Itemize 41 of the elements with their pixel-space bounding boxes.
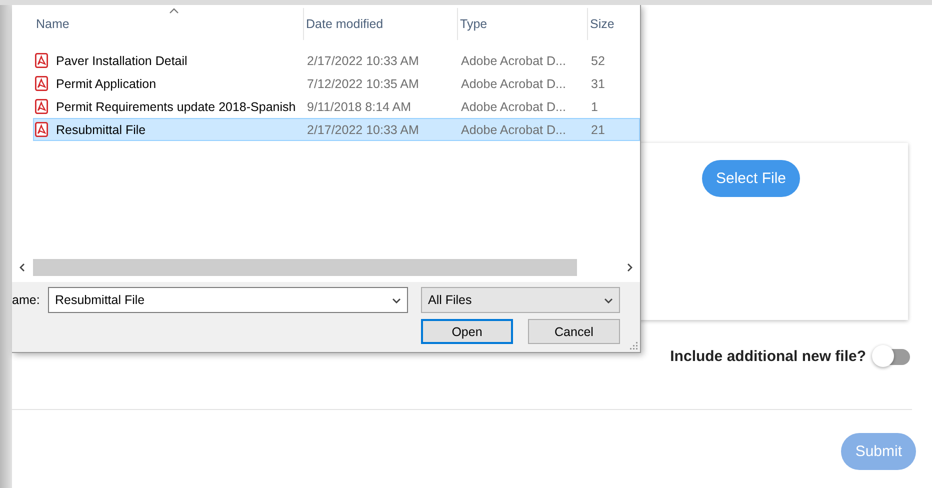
column-header[interactable]: Name [34,8,304,40]
file-date: 9/11/2018 8:14 AM [306,100,412,114]
column-header[interactable]: Type [458,8,588,40]
file-row[interactable]: Paver Installation Detail 2/17/2022 10:33 AM Adobe Acrobat D... 52 [33,49,640,72]
file-type-dropdown[interactable]: All Files [421,287,620,313]
pdf-file-icon [35,53,48,68]
file-size: 1 [590,100,599,114]
file-name-field[interactable]: Resubmittal File [48,287,408,313]
file-name: Paver Installation Detail [55,54,188,68]
file-size: 52 [590,54,606,68]
sort-caret-icon [168,8,178,14]
dialog-button[interactable]: Open [421,319,513,344]
dropdown-chevron-icon[interactable] [604,296,613,304]
file-type: Adobe Acrobat D... [460,76,567,90]
dialog-button[interactable]: Cancel [528,319,620,344]
pdf-file-icon [35,76,48,91]
file-row[interactable]: Permit Application 7/12/2022 10:35 AM Adobe Acrobat D... 31 [33,72,640,95]
column-header[interactable]: Size [588,8,640,40]
scroll-right-icon[interactable] [625,263,634,272]
file-name: Permit Requirements update 2018-Spanish [55,100,296,114]
resize-grip-icon[interactable] [630,342,638,350]
column-header[interactable]: Date modified [304,8,458,40]
file-name-label: ame: [12,293,41,307]
file-type: Adobe Acrobat D... [460,54,567,68]
file-row[interactable]: Permit Requirements update 2018-Spanish 9/11/2018 8:14 AM Adobe Acrobat D... 1 [33,95,640,118]
file-size: 21 [590,122,606,136]
file-type: Adobe Acrobat D... [460,100,567,114]
dropdown-chevron-icon[interactable] [392,296,401,304]
file-date: 7/12/2022 10:35 AM [306,76,420,90]
pdf-file-icon [35,122,48,137]
file-date: 2/17/2022 10:33 AM [306,54,420,68]
file-size: 31 [590,76,606,90]
file-date: 2/17/2022 10:33 AM [306,122,420,136]
file-name: Permit Application [55,76,156,90]
file-type: Adobe Acrobat D... [460,122,567,136]
file-row[interactable]: Resubmittal File 2/17/2022 10:33 AM Adobe Acrobat D... 21 [33,118,640,141]
scroll-left-icon[interactable] [18,263,27,272]
scrollbar-thumb[interactable] [33,259,577,276]
file-name: Resubmittal File [55,122,146,136]
toggle-label: Include additional new file? [670,348,866,365]
pdf-file-icon [35,99,48,114]
